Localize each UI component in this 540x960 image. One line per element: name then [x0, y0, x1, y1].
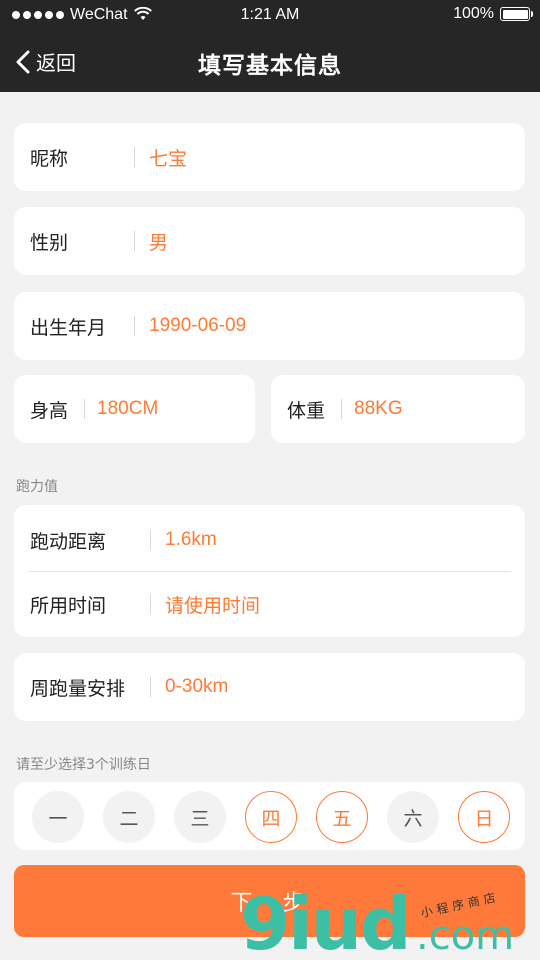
distance-value: 1.6km: [165, 529, 217, 550]
running-section-label: 跑力值: [16, 479, 58, 495]
weight-field[interactable]: 体重 88KG: [271, 375, 525, 443]
gender-label: 性别: [30, 231, 69, 254]
height-field[interactable]: 身高 180CM: [14, 375, 255, 443]
training-hint: 请至少选择3个训练日: [16, 757, 151, 773]
time-input-placeholder: 请使用时间: [165, 594, 261, 617]
weight-value: 88KG: [354, 398, 403, 419]
time-label: 所用时间: [30, 594, 107, 617]
nav-bar: 返回 填写基本信息: [0, 32, 540, 92]
nickname-label: 昵称: [30, 147, 69, 170]
day-fri[interactable]: 五: [316, 791, 368, 843]
day-sat[interactable]: 六: [387, 791, 439, 843]
birth-value: 1990-06-09: [149, 315, 247, 336]
status-right: 100%: [453, 5, 533, 23]
nickname-field[interactable]: 昵称 七宝: [14, 123, 525, 191]
day-sun[interactable]: 日: [458, 791, 510, 843]
day-wed[interactable]: 三: [174, 791, 226, 843]
running-card: 跑动距离 1.6km 所用时间 请使用时间: [14, 505, 525, 637]
height-label: 身高: [30, 399, 69, 422]
nickname-value: 七宝: [149, 147, 188, 170]
gender-field[interactable]: 性别 男: [14, 207, 525, 275]
day-mon[interactable]: 一: [32, 791, 84, 843]
page-title: 填写基本信息: [198, 53, 342, 79]
weekly-value: 0-30km: [165, 676, 229, 697]
gender-value: 男: [149, 231, 169, 254]
training-days: 一 二 三 四 五 六 日: [14, 782, 525, 850]
battery-percent: 100%: [453, 5, 494, 22]
height-value: 180CM: [97, 398, 159, 419]
distance-label: 跑动距离: [30, 530, 107, 553]
time-field[interactable]: 所用时间 请使用时间: [14, 571, 525, 637]
weight-label: 体重: [287, 399, 326, 422]
status-bar: WeChat 1:21 AM 100%: [0, 0, 540, 32]
next-button[interactable]: 下一步: [14, 865, 525, 937]
birth-label: 出生年月: [30, 316, 107, 339]
day-tue[interactable]: 二: [103, 791, 155, 843]
birth-field[interactable]: 出生年月 1990-06-09: [14, 292, 525, 360]
day-thu[interactable]: 四: [245, 791, 297, 843]
next-button-label: 下一步: [230, 891, 309, 916]
distance-field[interactable]: 跑动距离 1.6km: [14, 507, 525, 573]
battery-icon: [500, 7, 533, 21]
weekly-label: 周跑量安排: [30, 677, 126, 700]
weekly-field[interactable]: 周跑量安排 0-30km: [14, 653, 525, 721]
